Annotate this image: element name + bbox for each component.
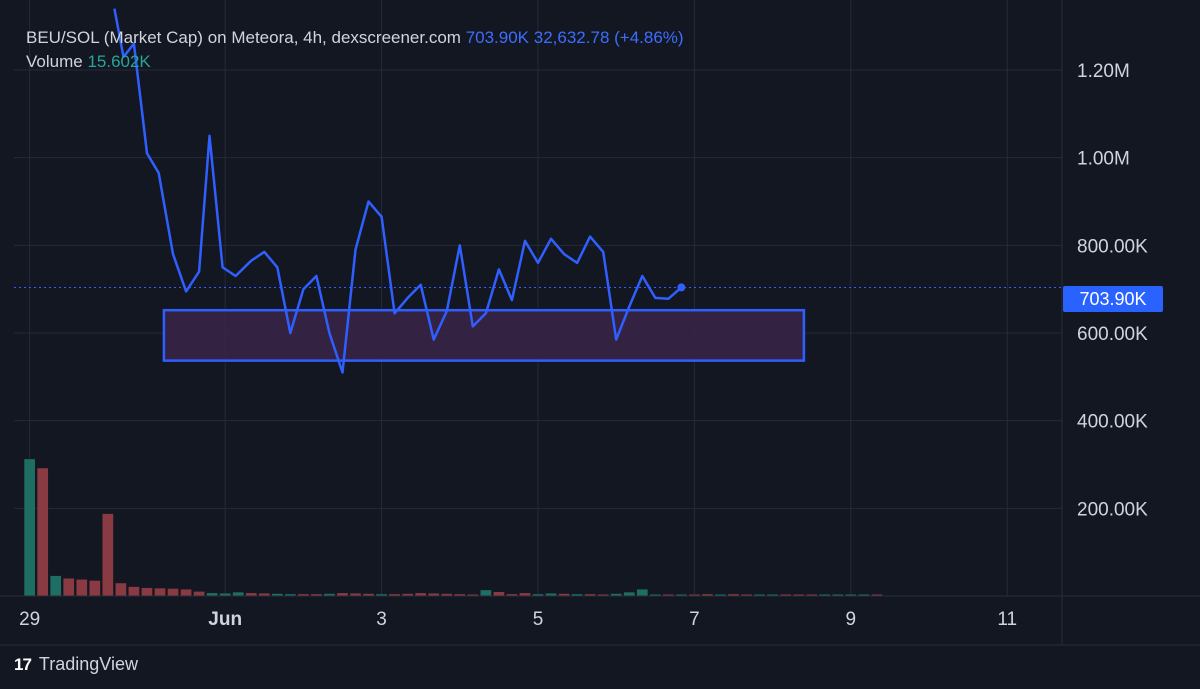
legend-volume-label: Volume [26, 52, 83, 71]
volume-layer [24, 459, 883, 596]
volume-bar [128, 586, 140, 596]
volume-bar [480, 590, 492, 596]
volume-bar [141, 587, 153, 596]
volume-bar [493, 591, 505, 596]
volume-bar [50, 575, 62, 596]
y-tick-label: 800.00K [1077, 236, 1148, 257]
volume-bar [89, 580, 101, 596]
volume-bar [232, 592, 244, 596]
legend-change: 32,632.78 (+4.86%) [533, 28, 684, 47]
y-tick-label: 400.00K [1077, 412, 1148, 433]
volume-bar [636, 589, 648, 596]
y-tick-label: 1.00M [1077, 149, 1130, 170]
volume-bar [102, 513, 114, 596]
chart-svg[interactable]: 1.20M 1.00M 800.00K 600.00K 400.00K 200.00K 29… [0, 0, 1200, 689]
y-tick-label: 200.00K [1077, 499, 1148, 520]
volume-bar [115, 583, 127, 596]
support-zone-rectangle [162, 308, 806, 362]
x-tick-label: 5 [533, 609, 544, 630]
volume-bar [180, 589, 192, 596]
legend-title: BEU/SOL (Market Cap) on Meteora, 4h, dex… [26, 28, 461, 47]
x-tick-label: 29 [19, 609, 40, 630]
volume-bar [154, 588, 166, 596]
volume-bar [193, 591, 205, 596]
grid-layer [14, 0, 1062, 596]
legend-last-value: 703.90K [465, 28, 530, 47]
x-tick-label: 3 [376, 609, 387, 630]
volume-bar [63, 578, 75, 596]
volume-bar [167, 588, 179, 596]
legend-title-row: BEU/SOL (Market Cap) on Meteora, 4h, dex… [26, 26, 684, 50]
y-tick-label: 1.20M [1077, 61, 1130, 82]
x-tick-label: Jun [208, 609, 242, 630]
last-price-badge: 703.90K [1063, 286, 1163, 312]
tradingview-logo-icon: 17 [14, 654, 32, 674]
x-tick-label: 9 [846, 609, 857, 630]
tradingview-brand[interactable]: 17 TradingView [14, 654, 138, 675]
zone-layer [162, 308, 806, 362]
volume-bar [76, 579, 88, 596]
x-tick-label: 7 [689, 609, 700, 630]
x-tick-label: 11 [997, 609, 1017, 630]
volume-bar [623, 592, 635, 596]
tradingview-name: TradingView [38, 654, 138, 674]
legend-volume-value: 15.602K [87, 52, 151, 71]
chart-container[interactable]: 1.20M 1.00M 800.00K 600.00K 400.00K 200.00K 29… [0, 0, 1200, 689]
volume-bar [37, 468, 49, 596]
chart-legend: BEU/SOL (Market Cap) on Meteora, 4h, dex… [26, 26, 684, 74]
volume-bar [24, 459, 35, 596]
legend-volume-row: Volume 15.602K [26, 50, 684, 74]
y-tick-label: 600.00K [1077, 324, 1148, 345]
